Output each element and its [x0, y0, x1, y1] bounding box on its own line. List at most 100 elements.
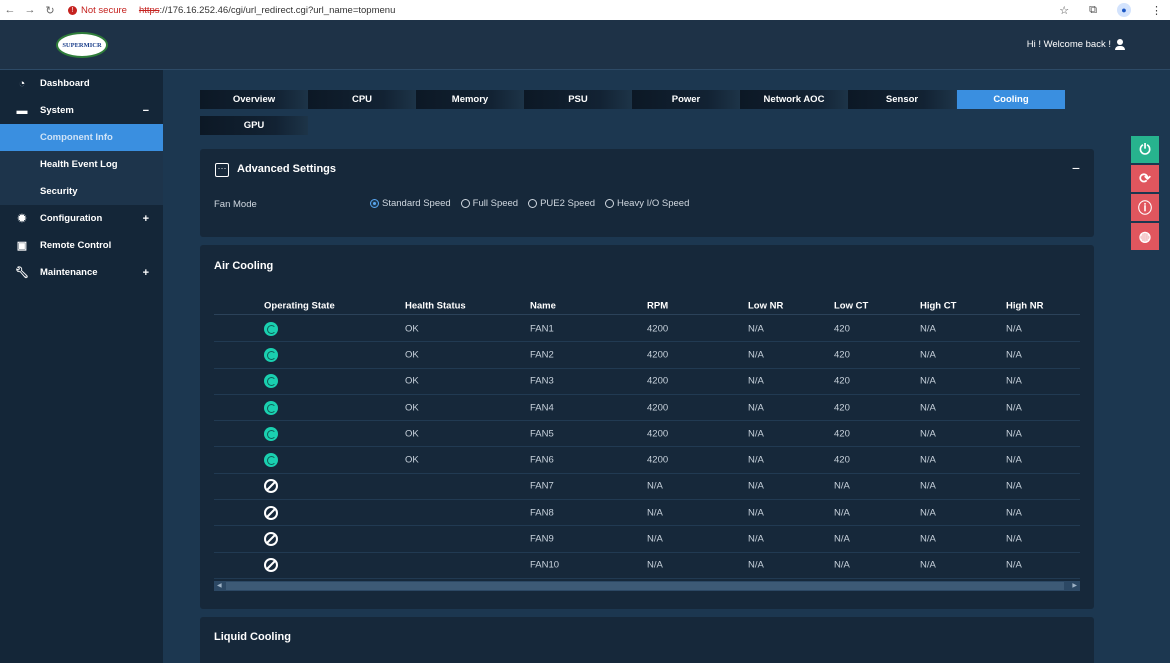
- profile-icon[interactable]: ●: [1117, 3, 1131, 17]
- not-secure-label: Not secure: [81, 4, 127, 16]
- radio-empty-icon[interactable]: [605, 199, 615, 208]
- fan-running-icon: [264, 426, 278, 441]
- cell-operating-state: [264, 479, 278, 494]
- cell-operating-state: [264, 347, 278, 362]
- cell-rpm: N/A: [647, 533, 663, 545]
- col-low-nr[interactable]: Low NR: [748, 300, 783, 311]
- cell-operating-state: [264, 400, 278, 415]
- radio-selected-icon[interactable]: [370, 199, 379, 208]
- tab-sensor[interactable]: Sensor: [848, 90, 956, 109]
- wrench-icon: 🔧︎: [15, 267, 29, 279]
- user-icon[interactable]: [1115, 39, 1125, 50]
- collapse-panel-button[interactable]: −: [1072, 160, 1080, 176]
- dashboard-gauge-icon: ◔: [18, 77, 26, 90]
- supermicro-logo[interactable]: SUPERMICR: [56, 32, 108, 58]
- cell-high-ct: N/A: [920, 454, 936, 466]
- cell-high-nr: N/A: [1006, 454, 1022, 466]
- radio-standard-speed[interactable]: Standard Speed: [370, 198, 451, 209]
- horizontal-scrollbar[interactable]: ◀ ▶: [214, 581, 1080, 591]
- liquid-cooling-title: Liquid Cooling: [214, 631, 291, 643]
- fan-running-icon: [264, 347, 278, 362]
- address-bar[interactable]: https://176.16.252.46/cgi/url_redirect.c…: [139, 5, 395, 16]
- sidebar-item-label: Component Info: [40, 132, 113, 143]
- scroll-left-icon[interactable]: ◀: [217, 581, 222, 591]
- col-operating-state[interactable]: Operating State: [264, 300, 335, 311]
- table-row: FAN8 N/A N/A N/A N/A N/A: [214, 500, 1080, 527]
- cell-rpm: 4200: [647, 349, 669, 361]
- col-rpm[interactable]: RPM: [647, 300, 668, 311]
- cell-rpm: N/A: [647, 480, 663, 492]
- sidebar-item-label: Maintenance: [40, 267, 98, 278]
- sidebar-item-remote-control[interactable]: ▣ Remote Control: [0, 232, 163, 259]
- terminal-icon: ▣: [16, 240, 28, 252]
- air-cooling-title: Air Cooling: [214, 260, 274, 272]
- power-button[interactable]: ⏻: [1131, 136, 1159, 163]
- sidebar-item-maintenance[interactable]: 🔧︎ Maintenance +: [0, 259, 163, 286]
- table-row: OK FAN5 4200 N/A 420 N/A N/A: [214, 421, 1080, 448]
- cell-operating-state: [264, 374, 278, 389]
- tab-cooling[interactable]: Cooling: [957, 90, 1065, 109]
- tab-network-aoc[interactable]: Network AOC: [740, 90, 848, 109]
- radio-heavy-io-speed[interactable]: Heavy I/O Speed: [605, 198, 689, 209]
- globe-button[interactable]: ◍: [1131, 223, 1159, 250]
- cell-operating-state: [264, 505, 278, 520]
- security-indicator[interactable]: ! Not secure: [68, 5, 127, 16]
- cell-rpm: 4200: [647, 454, 669, 466]
- radio-full-speed[interactable]: Full Speed: [460, 198, 518, 209]
- table-header-row: Operating State Health Status Name RPM L…: [214, 297, 1080, 315]
- tab-memory[interactable]: Memory: [416, 90, 524, 109]
- cell-rpm: 4200: [647, 323, 669, 335]
- col-high-nr[interactable]: High NR: [1006, 300, 1043, 311]
- col-low-ct[interactable]: Low CT: [834, 300, 868, 311]
- reload-icon[interactable]: ↻: [40, 4, 60, 17]
- advanced-settings-panel: ··· Advanced Settings − Fan Mode Standar…: [200, 149, 1094, 237]
- back-icon[interactable]: ←: [0, 4, 20, 16]
- refresh-button[interactable]: ⟳: [1131, 165, 1159, 192]
- radio-pue2-speed[interactable]: PUE2 Speed: [528, 198, 595, 209]
- sidebar-item-system[interactable]: ▬ System −: [0, 97, 163, 124]
- cell-health-status: OK: [405, 323, 419, 335]
- cell-high-nr: N/A: [1006, 533, 1022, 545]
- fan-disabled-icon: [264, 558, 278, 573]
- tab-overview[interactable]: Overview: [200, 90, 308, 109]
- sidebar-item-label: Remote Control: [40, 240, 112, 251]
- info-button[interactable]: ⓘ: [1131, 194, 1159, 221]
- radio-empty-icon[interactable]: [460, 199, 470, 208]
- logo-text: SUPERMICR: [62, 41, 102, 49]
- col-health-status[interactable]: Health Status: [405, 300, 466, 311]
- expand-icon[interactable]: +: [143, 267, 149, 279]
- more-options-icon[interactable]: ···: [215, 163, 229, 177]
- sidebar-item-security[interactable]: Security: [0, 178, 163, 205]
- forward-icon[interactable]: →: [20, 4, 40, 16]
- sidebar-item-component-info[interactable]: Component Info: [0, 124, 163, 151]
- tab-cpu[interactable]: CPU: [308, 90, 416, 109]
- tab-power[interactable]: Power: [632, 90, 740, 109]
- browser-menu-icon[interactable]: ⋮: [1151, 4, 1162, 17]
- col-high-ct[interactable]: High CT: [920, 300, 956, 311]
- extensions-icon[interactable]: ⧉: [1089, 4, 1097, 17]
- sidebar-item-health-event-log[interactable]: Health Event Log: [0, 151, 163, 178]
- cell-high-nr: N/A: [1006, 559, 1022, 571]
- cell-rpm: N/A: [647, 507, 663, 519]
- cell-rpm: N/A: [647, 559, 663, 571]
- tab-psu[interactable]: PSU: [524, 90, 632, 109]
- cell-name: FAN4: [530, 402, 554, 414]
- refresh-icon: ⟳: [1139, 170, 1151, 186]
- power-icon: ⏻: [1139, 141, 1151, 157]
- collapse-icon[interactable]: −: [143, 105, 149, 117]
- col-name[interactable]: Name: [530, 300, 556, 311]
- cell-name: FAN8: [530, 507, 554, 519]
- scrollbar-thumb[interactable]: [226, 582, 1064, 590]
- fan-mode-radio-group: Standard Speed Full Speed PUE2 Speed Hea…: [370, 198, 689, 209]
- bookmark-star-icon[interactable]: ☆: [1059, 4, 1069, 17]
- expand-icon[interactable]: +: [143, 213, 149, 225]
- cell-health-status: OK: [405, 454, 419, 466]
- sidebar-item-configuration[interactable]: ✹ Configuration +: [0, 205, 163, 232]
- tab-gpu[interactable]: GPU: [200, 116, 308, 135]
- scroll-right-icon[interactable]: ▶: [1072, 581, 1077, 591]
- cell-low-ct: N/A: [834, 533, 850, 545]
- cell-high-nr: N/A: [1006, 375, 1022, 387]
- sidebar-item-dashboard[interactable]: ◔ Dashboard: [0, 70, 163, 97]
- welcome-message: Hi ! Welcome back !: [1027, 39, 1125, 50]
- radio-empty-icon[interactable]: [528, 199, 538, 208]
